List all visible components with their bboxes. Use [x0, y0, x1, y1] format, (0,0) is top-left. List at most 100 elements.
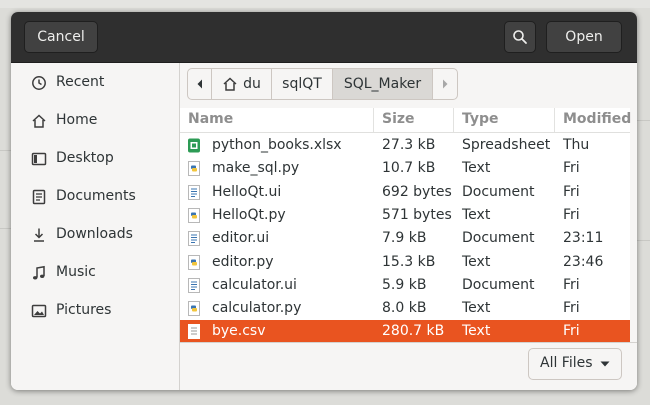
file-size: 280.7 kB	[382, 323, 445, 340]
file-row[interactable]: HelloQt.ui 692 bytes Document Fri	[180, 181, 630, 204]
file-row[interactable]: bye.csv 280.7 kB Text Fri	[180, 320, 630, 344]
places-sidebar: Recent Home Desktop Documents Downloads …	[11, 63, 180, 390]
file-filter-dropdown[interactable]: All Files	[528, 348, 622, 380]
file-name: editor.ui	[212, 230, 270, 247]
file-type: Text	[462, 253, 491, 270]
file-type: Text	[462, 323, 491, 340]
file-size: 10.7 kB	[382, 160, 436, 177]
file-size: 7.9 kB	[382, 230, 427, 247]
file-type: Document	[462, 276, 535, 293]
file-filter-label: All Files	[540, 355, 593, 371]
open-button[interactable]: Open	[546, 21, 622, 53]
python-file-icon	[188, 161, 200, 177]
file-row[interactable]: calculator.ui 5.9 kB Document Fri	[180, 274, 630, 297]
chevron-down-icon	[600, 361, 610, 367]
sidebar-item-label: Recent	[56, 74, 105, 90]
sidebar-item-music[interactable]: Music	[11, 254, 179, 292]
document-file-icon	[188, 277, 200, 293]
file-name: make_sql.py	[212, 160, 300, 177]
file-size: 15.3 kB	[382, 253, 436, 270]
file-size: 692 bytes	[382, 183, 452, 200]
sidebar-item-label: Music	[56, 264, 96, 280]
file-modified: Fri	[563, 206, 580, 223]
document-icon	[32, 189, 46, 205]
column-header-name[interactable]: Name	[180, 108, 374, 132]
path-bar: du sqlQT SQL_Maker	[187, 68, 458, 100]
column-header-size[interactable]: Size	[374, 108, 454, 132]
chevron-left-icon	[197, 79, 202, 89]
file-size: 571 bytes	[382, 206, 452, 223]
download-icon	[34, 228, 44, 242]
path-segment-sqlqt[interactable]: sqlQT	[271, 68, 333, 100]
file-modified: Thu	[563, 137, 590, 153]
file-type: Text	[462, 300, 491, 317]
file-row[interactable]: editor.ui 7.9 kB Document 23:11	[180, 227, 630, 250]
header-bar: Cancel Open	[11, 12, 637, 63]
file-modified: Fri	[563, 323, 580, 340]
file-modified: Fri	[563, 276, 580, 293]
column-header-type[interactable]: Type	[454, 108, 555, 132]
spreadsheet-file-icon	[188, 138, 200, 153]
chevron-right-icon	[443, 79, 448, 89]
path-segment-label: sqlQT	[282, 76, 322, 92]
path-back-button[interactable]	[187, 68, 212, 100]
cancel-button[interactable]: Cancel	[24, 21, 98, 53]
file-name: editor.py	[212, 253, 274, 270]
file-modified: Fri	[563, 300, 580, 317]
desktop-icon	[31, 152, 47, 166]
python-file-icon	[188, 254, 200, 270]
file-name: HelloQt.ui	[212, 183, 282, 200]
sidebar-item-label: Documents	[56, 188, 136, 204]
file-modified: 23:11	[563, 230, 604, 247]
home-icon	[32, 114, 46, 128]
sidebar-item-pictures[interactable]: Pictures	[11, 292, 179, 330]
file-type: Text	[462, 160, 491, 177]
sidebar-item-documents[interactable]: Documents	[11, 178, 179, 216]
path-forward-button[interactable]	[432, 68, 458, 100]
file-name: python_books.xlsx	[212, 137, 342, 153]
file-name: calculator.ui	[212, 276, 297, 293]
home-icon	[223, 77, 237, 91]
file-chooser-dialog: Cancel Open Recent Home Desktop Document…	[11, 12, 637, 390]
file-type: Spreadsheet	[462, 137, 551, 153]
document-file-icon	[188, 231, 200, 247]
sidebar-item-home[interactable]: Home	[11, 102, 179, 140]
file-type: Text	[462, 206, 491, 223]
python-file-icon	[188, 301, 200, 317]
file-row[interactable]: make_sql.py 10.7 kB Text Fri	[180, 157, 630, 180]
sidebar-item-desktop[interactable]: Desktop	[11, 140, 179, 178]
clock-icon	[32, 76, 46, 90]
music-icon	[33, 265, 45, 280]
sidebar-item-recent[interactable]: Recent	[11, 64, 179, 102]
file-row[interactable]: calculator.py 8.0 kB Text Fri	[180, 297, 630, 320]
path-segment-label: du	[243, 76, 261, 92]
search-icon	[513, 30, 527, 44]
file-name: bye.csv	[212, 323, 266, 340]
python-file-icon	[188, 207, 200, 223]
file-modified: 23:46	[563, 253, 604, 270]
sidebar-item-label: Desktop	[56, 150, 114, 166]
text-file-icon	[188, 324, 200, 340]
file-list[interactable]: Name Size Type Modified python_books.xls…	[180, 108, 631, 344]
sidebar-item-label: Pictures	[56, 302, 112, 318]
file-type: Document	[462, 183, 535, 200]
file-name: calculator.py	[212, 300, 302, 317]
picture-icon	[31, 304, 47, 318]
column-header-modified[interactable]: Modified	[555, 108, 631, 132]
sidebar-item-label: Downloads	[56, 226, 133, 242]
search-button[interactable]	[504, 21, 536, 53]
file-type: Document	[462, 230, 535, 247]
sidebar-item-downloads[interactable]: Downloads	[11, 216, 179, 254]
path-segment-sql-maker[interactable]: SQL_Maker	[332, 68, 433, 100]
file-size: 8.0 kB	[382, 300, 427, 317]
file-size: 27.3 kB	[382, 137, 436, 153]
footer-bar: All Files	[180, 342, 637, 390]
file-name: HelloQt.py	[212, 206, 286, 223]
file-row[interactable]: HelloQt.py 571 bytes Text Fri	[180, 204, 630, 227]
path-segment-home[interactable]: du	[211, 68, 272, 100]
file-size: 5.9 kB	[382, 276, 427, 293]
path-segment-label: SQL_Maker	[343, 76, 422, 92]
file-row[interactable]: python_books.xlsx 27.3 kB Spreadsheet Thu	[180, 134, 630, 157]
file-row[interactable]: editor.py 15.3 kB Text 23:46	[180, 251, 630, 274]
file-modified: Fri	[563, 183, 580, 200]
